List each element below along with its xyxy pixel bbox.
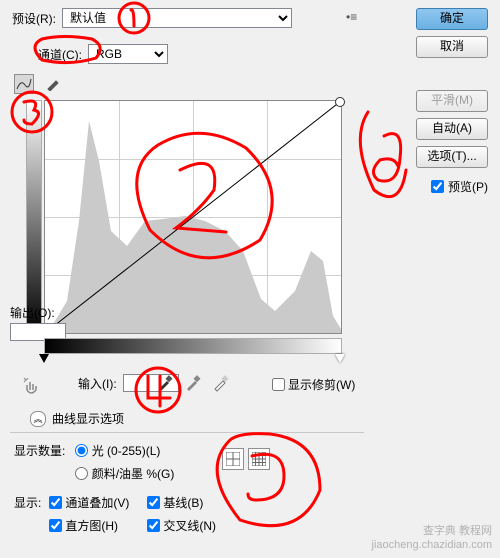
separator bbox=[10, 432, 364, 433]
input-gradient bbox=[44, 338, 342, 354]
light-radio[interactable] bbox=[75, 444, 88, 457]
white-point-slider[interactable] bbox=[335, 354, 345, 363]
inter-checkbox[interactable] bbox=[147, 519, 160, 532]
preset-label: 预设(R): bbox=[12, 10, 56, 27]
black-point-slider[interactable] bbox=[39, 354, 49, 363]
output-gradient bbox=[26, 100, 42, 334]
pencil-tool-icon[interactable] bbox=[44, 75, 62, 93]
baseline-checkbox[interactable] bbox=[147, 496, 160, 509]
pigment-radio-label: 颜料/油墨 %(G) bbox=[92, 465, 175, 482]
overlay-label: 通道叠加(V) bbox=[65, 494, 129, 511]
white-eyedropper-icon[interactable] bbox=[212, 372, 230, 392]
output-label: 输出(O): bbox=[10, 304, 66, 321]
preset-select[interactable]: 默认值 bbox=[62, 8, 292, 28]
overlay-checkbox[interactable] bbox=[49, 496, 62, 509]
targeted-adjust-icon[interactable] bbox=[22, 376, 44, 401]
ok-button[interactable]: 确定 bbox=[416, 8, 488, 30]
hist-label: 直方图(H) bbox=[65, 517, 118, 534]
baseline-label: 基线(B) bbox=[163, 494, 203, 511]
input-slider[interactable] bbox=[44, 354, 340, 364]
curves-chart[interactable] bbox=[44, 100, 342, 334]
hist-checkbox[interactable] bbox=[49, 519, 62, 532]
grid-coarse-icon[interactable] bbox=[222, 448, 244, 470]
curve-display-label: 曲线显示选项 bbox=[52, 410, 124, 427]
input-label: 输入(I): bbox=[78, 375, 117, 392]
show-clip-label: 显示修剪(W) bbox=[288, 376, 355, 393]
preview-label: 预览(P) bbox=[448, 178, 488, 195]
gray-eyedropper-icon[interactable] bbox=[184, 372, 202, 392]
curve-tool-icon[interactable] bbox=[14, 74, 34, 94]
black-eyedropper-icon[interactable] bbox=[156, 372, 174, 392]
channel-label: 通道(C): bbox=[38, 46, 82, 63]
collapse-icon[interactable]: ︽ bbox=[30, 411, 46, 427]
curve-line bbox=[45, 101, 341, 333]
auto-button[interactable]: 自动(A) bbox=[416, 118, 488, 140]
grid-fine-icon[interactable] bbox=[248, 448, 270, 470]
smooth-button: 平滑(M) bbox=[416, 90, 488, 112]
curve-point-white[interactable] bbox=[335, 97, 345, 107]
pigment-radio[interactable] bbox=[75, 467, 88, 480]
count-label: 显示数量: bbox=[14, 444, 65, 458]
cancel-button[interactable]: 取消 bbox=[416, 36, 488, 58]
show-label: 显示: bbox=[14, 494, 41, 511]
preset-menu-icon[interactable]: •≡ bbox=[346, 10, 357, 24]
curve-display-toggle[interactable]: ︽ 曲线显示选项 bbox=[30, 410, 124, 427]
show-clip-checkbox[interactable] bbox=[272, 378, 285, 391]
inter-label: 交叉线(N) bbox=[163, 517, 216, 534]
light-radio-label: 光 (0-255)(L) bbox=[92, 442, 161, 459]
preview-checkbox[interactable] bbox=[431, 180, 444, 193]
options-button[interactable]: 选项(T)... bbox=[416, 146, 488, 168]
channel-select[interactable]: RGB bbox=[88, 44, 168, 64]
watermark: 查字典 教程网 jiaocheng.chazidian.com bbox=[372, 524, 492, 552]
